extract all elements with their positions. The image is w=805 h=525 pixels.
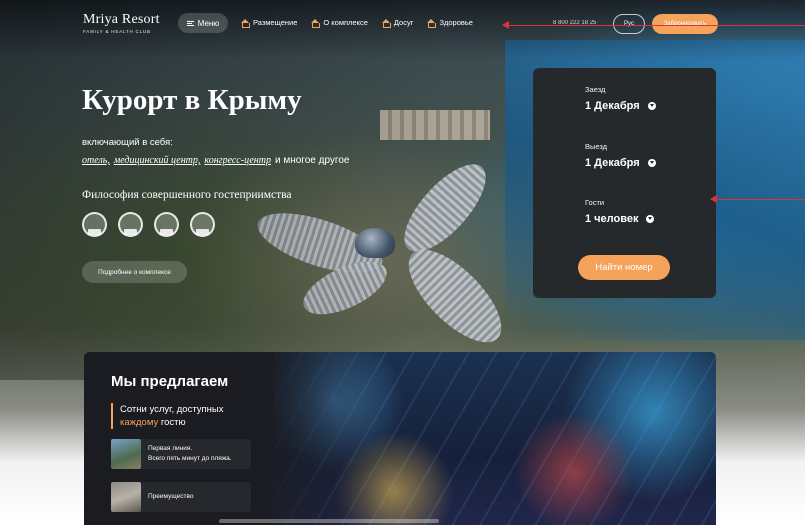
logo-title: Mriya Resort <box>83 12 160 27</box>
chevron-down-icon[interactable] <box>647 102 656 110</box>
philosophy-heading: Философия совершенного гостеприимства <box>82 189 292 201</box>
nav-item-about[interactable]: О комплексе <box>311 18 368 28</box>
main-nav: Размещение О комплексе Досуг Здоровье <box>241 18 473 28</box>
guests-value: 1 человек <box>585 213 639 225</box>
link-hotel[interactable]: отель, <box>82 155 110 166</box>
carousel-pager[interactable] <box>219 519 439 523</box>
home-icon <box>381 18 391 28</box>
card-line1: Первая линия. <box>148 445 193 452</box>
annotation-arrow <box>502 21 805 29</box>
guests-field[interactable]: Гости 1 человек <box>585 198 655 225</box>
offer-subtitle-accent: каждому <box>120 417 159 428</box>
annotation-arrow <box>710 195 805 203</box>
card-thumbnail <box>111 439 141 469</box>
site-header: Mriya Resort FAMILY & HEALTH CLUB Меню Р… <box>0 0 805 48</box>
guests-label: Гости <box>585 198 605 207</box>
chevron-down-icon[interactable] <box>646 215 655 223</box>
offer-subtitle-line1: Сотни услуг, доступных <box>120 404 224 415</box>
checkin-value: 1 Декабря <box>585 100 640 112</box>
nav-item-leisure[interactable]: Досуг <box>381 18 414 28</box>
booking-panel: Заезд 1 Декабря Выезд 1 Декабря Гости 1 … <box>533 68 716 298</box>
logo-subtitle: FAMILY & HEALTH CLUB <box>83 29 151 34</box>
book-button[interactable]: Забронировать <box>652 14 718 34</box>
offer-subtitle-line2: каждому гостю <box>120 416 224 429</box>
checkin-label: Заезд <box>585 85 606 94</box>
home-icon <box>311 18 321 28</box>
checkout-value-row: 1 Декабря <box>585 157 656 169</box>
card-line2: Всего пять минут до пляжа. <box>148 455 232 462</box>
card-text: Первая линия. Всего пять минут до пляжа. <box>148 444 232 464</box>
nav-item-accommodation[interactable]: Размещение <box>241 18 298 28</box>
hero-links-tail: и многое другое <box>274 155 350 166</box>
chevron-down-icon[interactable] <box>647 159 656 167</box>
home-icon <box>427 18 437 28</box>
link-medical-center[interactable]: медицинский центр, <box>114 155 201 166</box>
hero-includes-text: включающий в себя: <box>82 137 173 148</box>
card-text: Преимущество <box>148 492 193 502</box>
award-badge-icon <box>118 212 143 237</box>
offer-card[interactable]: Преимущество <box>111 482 251 512</box>
find-room-button[interactable]: Найти номер <box>578 255 670 280</box>
logo[interactable]: Mriya Resort FAMILY & HEALTH CLUB <box>83 12 160 34</box>
award-badge-icon <box>190 212 215 237</box>
checkin-value-row: 1 Декабря <box>585 100 656 112</box>
nav-item-label: Досуг <box>393 18 414 27</box>
award-badge-icon <box>82 212 107 237</box>
guests-value-row: 1 человек <box>585 213 655 225</box>
nav-item-label: Размещение <box>253 18 298 27</box>
award-badge-icon <box>154 212 179 237</box>
checkin-field[interactable]: Заезд 1 Декабря <box>585 85 656 112</box>
checkout-field[interactable]: Выезд 1 Декабря <box>585 142 656 169</box>
card-line1: Преимущество <box>148 493 194 500</box>
nav-item-health[interactable]: Здоровье <box>427 18 473 28</box>
nav-item-label: О комплексе <box>323 18 368 27</box>
checkout-label: Выезд <box>585 142 608 151</box>
menu-button[interactable]: Меню <box>178 13 228 33</box>
offer-section: Мы предлагаем Сотни услуг, доступных каж… <box>84 352 716 525</box>
offer-subtitle-tail: гостю <box>160 417 186 428</box>
about-complex-button[interactable]: Подробнее о комплексе <box>82 261 187 283</box>
hero-links: отель, медицинский центр, конгресс-центр… <box>82 155 349 166</box>
checkout-value: 1 Декабря <box>585 157 640 169</box>
offer-subtitle: Сотни услуг, доступных каждому гостю <box>111 403 224 429</box>
awards-row <box>82 212 215 237</box>
card-thumbnail <box>111 482 141 512</box>
menu-label: Меню <box>197 18 220 28</box>
offer-title: Мы предлагаем <box>111 373 229 390</box>
nav-item-label: Здоровье <box>439 18 473 27</box>
offer-card[interactable]: Первая линия. Всего пять минут до пляжа. <box>111 439 251 469</box>
link-congress-center[interactable]: конгресс-центр <box>204 155 271 166</box>
hamburger-icon <box>186 20 194 26</box>
hero-title: Курорт в Крыму <box>82 84 302 116</box>
language-button[interactable]: Рус <box>613 14 645 34</box>
home-icon <box>241 18 250 28</box>
